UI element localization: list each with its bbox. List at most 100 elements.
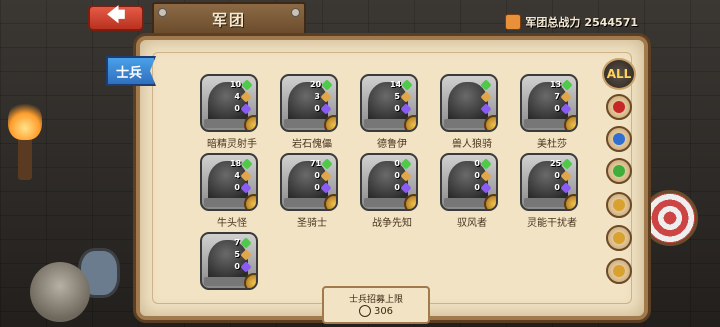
stat-gem-icon [320,90,332,103]
unit-name: 圣骑士 [297,218,327,229]
unit-name: 岩石傀儡 [292,139,332,150]
unit-portrait: 20 3 0 [280,74,338,132]
unit-stats: 10 4 0 [230,78,253,115]
unit-name: 驭风者 [457,218,487,229]
torch-flame-decoration [8,100,42,140]
filter-gold-button-2[interactable] [606,225,632,251]
filter-gold-button-1[interactable] [606,192,632,218]
rank-badge-icon [404,115,416,130]
stat-gem-icon [561,157,573,170]
unit-stat-value: 0 [314,104,320,113]
stat-gem-icon [240,236,252,249]
unit-rank-bar [444,119,486,128]
page-title-plank: 军团 [152,2,306,36]
filter-all-button[interactable]: ALL [602,58,636,90]
rank-badge-icon [324,194,336,209]
stat-gem-icon [560,102,572,115]
unit-card[interactable]: 兽人狼骑 [440,74,504,150]
unit-portrait: 13 7 0 [520,74,578,132]
unit-stat-value: 0 [474,159,480,168]
unit-stat-value: 14 [390,80,402,89]
stat-gem-icon [480,90,492,103]
rank-badge-icon [404,194,416,209]
stat-gem-icon [320,102,332,115]
unit-name: 暗精灵射手 [207,139,257,150]
unit-stat-value: 0 [474,183,480,192]
gold-class-icon [613,199,625,211]
unit-portrait [440,74,498,132]
unit-stat-value: 10 [230,80,242,89]
unit-rank-bar [524,119,566,128]
unit-card[interactable]: 71 0 0 圣骑士 [280,153,344,229]
unit-card[interactable]: 13 7 0 美杜莎 [520,74,584,150]
unit-stat-value: 0 [234,104,240,113]
stat-gem-icon [400,169,412,182]
unit-portrait: 25 0 0 [520,153,578,211]
unit-stats: 25 0 0 [550,157,573,194]
filter-fire-button[interactable] [606,94,632,120]
unit-stat-value: 5 [394,92,400,101]
unit-stat-value: 0 [394,171,400,180]
rank-badge-icon [324,115,336,130]
stat-gem-icon [240,90,252,103]
tab-soldiers[interactable]: 士兵 [106,56,156,86]
unit-stats: 18 4 0 [230,157,253,194]
knight-mascot [30,262,90,322]
unit-stat-value: 0 [394,183,400,192]
unit-card[interactable]: 0 0 0 驭风者 [440,153,504,229]
unit-card[interactable]: 10 4 0 暗精灵射手 [200,74,264,150]
rank-badge-icon [244,194,256,209]
filter-water-button[interactable] [606,126,632,152]
unit-stat-value: 0 [554,104,560,113]
archery-target-decoration [642,190,698,246]
filter-nature-button[interactable] [606,158,632,184]
unit-stat-value: 18 [230,159,242,168]
unit-stat-value: 3 [314,92,320,101]
stat-gem-icon [480,157,492,170]
stat-gem-icon [560,181,572,194]
stat-gem-icon [240,181,252,194]
unit-stat-value: 0 [234,183,240,192]
soldier-cap-icon [358,305,371,317]
rank-badge-icon [484,115,496,130]
unit-stat-value: 20 [310,80,322,89]
filter-all-label: ALL [606,67,632,81]
unit-stat-value: 71 [310,159,322,168]
stat-gem-icon [240,248,252,261]
unit-card[interactable]: 18 4 0 牛头怪 [200,153,264,229]
back-arrow-icon: 🡄 [106,5,126,26]
unit-rank-bar [364,198,406,207]
power-value: 2544571 [584,15,638,29]
unit-rank-bar [204,198,246,207]
unit-card[interactable]: 14 5 0 德鲁伊 [360,74,424,150]
page-title: 军团 [211,10,246,29]
tab-soldiers-label: 士兵 [116,65,143,81]
unit-card[interactable]: 0 0 0 战争先知 [360,153,424,229]
unit-stat-value: 0 [394,104,400,113]
unit-stats: 71 0 0 [310,157,333,194]
back-button[interactable]: 🡄 [88,5,144,31]
unit-stat-value: 0 [394,159,400,168]
gold-class-icon [613,265,625,277]
unit-stat-value: 0 [314,183,320,192]
unit-stat-value: 0 [314,171,320,180]
unit-rank-bar [284,198,326,207]
unit-stat-value: 13 [550,80,562,89]
unit-portrait: 71 0 0 [280,153,338,211]
unit-stats: 20 3 0 [310,78,333,115]
unit-portrait: 18 4 0 [200,153,258,211]
unit-name: 美杜莎 [537,139,567,150]
unit-card[interactable]: 7 5 0 [200,232,264,293]
unit-card[interactable]: 25 0 0 灵能干扰者 [520,153,584,229]
stat-gem-icon [240,260,252,273]
stat-gem-icon [480,102,492,115]
unit-stats: 0 0 0 [470,157,492,194]
unit-card[interactable]: 20 3 0 岩石傀儡 [280,74,344,150]
stat-gem-icon [241,78,253,91]
unit-portrait: 14 5 0 [360,74,418,132]
unit-stats: 14 5 0 [390,78,413,115]
bolt-icon [291,8,300,17]
filter-gold-button-3[interactable] [606,258,632,284]
rank-badge-icon [564,115,576,130]
unit-stat-value: 0 [554,183,560,192]
